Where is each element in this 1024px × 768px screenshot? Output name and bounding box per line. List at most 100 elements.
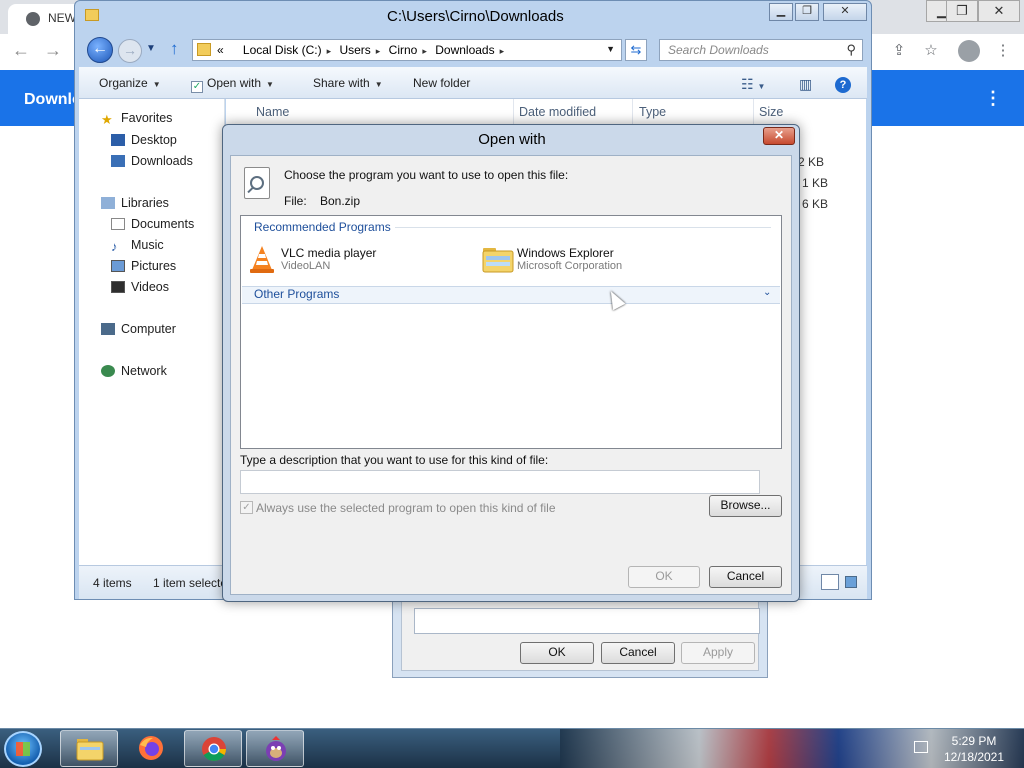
search-input[interactable]: Search Downloads ⚲ — [659, 39, 863, 61]
share-icon[interactable]: ⇪ — [888, 40, 910, 62]
program-list[interactable]: Recommended Programs VLC media player Vi… — [240, 215, 782, 449]
breadcrumb: « Local Disk (C:) ▸ Users ▸ Cirno ▸ Downloa… — [217, 43, 505, 57]
column-header-size[interactable]: Size — [759, 105, 783, 119]
description-label: Type a description that you want to use … — [240, 453, 549, 467]
apply-button[interactable]: Apply — [681, 642, 755, 664]
checkbox-icon: ✓ — [191, 81, 203, 93]
file-size: 1 KB — [802, 176, 829, 190]
open-with-button[interactable]: ✓ Open with ▼ — [191, 76, 274, 93]
preview-pane-icon[interactable]: ▥ — [799, 76, 812, 93]
window-title: C:\Users\Cirno\Downloads — [387, 8, 564, 25]
restore-button[interactable]: ❐ — [946, 0, 978, 22]
nav-label: Computer — [121, 322, 176, 336]
help-icon[interactable]: ? — [835, 77, 851, 93]
star-icon[interactable]: ☆ — [920, 40, 942, 62]
breadcrumb-local-disk[interactable]: Local Disk (C:) — [243, 43, 322, 57]
nav-item-documents[interactable]: Documents — [111, 217, 194, 231]
taskbar-chrome-button[interactable] — [184, 730, 242, 767]
ok-button[interactable]: OK — [520, 642, 594, 664]
taskbar-firefox-button[interactable] — [122, 730, 180, 767]
menu-kebab-icon[interactable]: ⋮ — [992, 40, 1014, 62]
nav-label: Videos — [131, 280, 169, 294]
nav-item-computer[interactable]: Computer — [101, 322, 176, 336]
search-icon: ⚲ — [846, 42, 856, 57]
libraries-icon — [101, 197, 115, 209]
description-field[interactable] — [240, 470, 760, 494]
column-header-name[interactable]: Name — [256, 105, 289, 119]
nav-item-desktop[interactable]: Desktop — [111, 133, 177, 147]
file-properties-dialog: OK Cancel Apply — [392, 596, 768, 678]
nav-item-libraries[interactable]: Libraries — [101, 196, 169, 210]
forward-button[interactable]: → — [118, 39, 142, 63]
chevron-down-icon[interactable]: ⌄ — [763, 287, 771, 298]
computer-icon — [101, 323, 115, 335]
header-kebab-icon[interactable]: ⋮ — [984, 88, 1002, 109]
cancel-button[interactable]: Cancel — [601, 642, 675, 664]
star-icon: ★ — [101, 112, 113, 127]
music-icon: ♪ — [111, 239, 118, 254]
properties-panel: OK Cancel Apply — [401, 597, 760, 671]
large-icons-view-icon[interactable] — [845, 576, 857, 588]
nav-item-network[interactable]: Network — [101, 364, 167, 378]
column-divider[interactable] — [753, 99, 754, 127]
address-bar[interactable]: « Local Disk (C:) ▸ Users ▸ Cirno ▸ Downloa… — [192, 39, 622, 61]
minimize-button[interactable]: ▁ — [769, 3, 793, 21]
breadcrumb-downloads[interactable]: Downloads — [435, 43, 494, 57]
column-header-date-modified[interactable]: Date modified — [519, 105, 596, 119]
view-options-icon[interactable]: ☷ ▼ — [741, 76, 765, 93]
browse-button[interactable]: Browse... — [709, 495, 782, 517]
always-use-checkbox[interactable]: ✓ — [240, 501, 253, 514]
taskbar-bonzi-button[interactable] — [246, 730, 304, 767]
close-button[interactable]: ✕ — [978, 0, 1020, 22]
back-button[interactable]: ← — [87, 37, 113, 63]
nav-item-pictures[interactable]: Pictures — [111, 259, 176, 273]
taskbar-explorer-button[interactable] — [60, 730, 118, 767]
recommended-programs-header: Recommended Programs — [254, 220, 391, 234]
file-label: File: — [284, 194, 307, 208]
dialog-title: Open with — [478, 131, 546, 148]
documents-icon — [111, 218, 125, 230]
other-programs-header[interactable]: Other Programs — [254, 287, 339, 301]
organize-button[interactable]: Organize ▼ — [99, 76, 161, 90]
close-button[interactable]: ✕ — [763, 127, 795, 145]
breadcrumb-users[interactable]: Users — [339, 43, 370, 57]
group-divider — [395, 227, 771, 228]
recent-pages-dropdown-icon[interactable]: ▼ — [146, 43, 156, 54]
selection-count: 1 item selecte — [153, 576, 228, 590]
tab-favicon-icon — [26, 12, 40, 26]
start-button[interactable] — [4, 731, 42, 767]
column-divider[interactable] — [632, 99, 633, 127]
cancel-button[interactable]: Cancel — [709, 566, 782, 588]
program-publisher: Microsoft Corporation — [517, 260, 623, 272]
column-divider[interactable] — [513, 99, 514, 127]
forward-arrow-icon[interactable]: → — [44, 40, 62, 61]
back-arrow-icon[interactable]: ← — [12, 40, 30, 61]
up-arrow-icon[interactable]: ↑ — [170, 39, 179, 59]
breadcrumb-cirno[interactable]: Cirno — [389, 43, 418, 57]
dialog-body: Choose the program you want to use to op… — [230, 155, 792, 595]
new-folder-button[interactable]: New folder — [413, 76, 470, 90]
refresh-button[interactable]: ⇆ — [625, 39, 647, 61]
file-size: 6 KB — [802, 197, 829, 211]
nav-item-downloads[interactable]: Downloads — [111, 154, 193, 168]
nav-item-favorites[interactable]: ★ Favorites — [101, 111, 172, 127]
new-folder-label: New folder — [413, 76, 471, 90]
maximize-button[interactable]: ❐ — [795, 3, 819, 21]
profile-avatar[interactable] — [958, 40, 980, 62]
breadcrumb-overflow[interactable]: « — [217, 43, 224, 57]
nav-label: Music — [131, 238, 164, 252]
ok-button[interactable]: OK — [628, 566, 700, 588]
network-tray-icon[interactable] — [914, 741, 928, 753]
share-with-button[interactable]: Share with ▼ — [313, 76, 383, 90]
nav-item-music[interactable]: ♪ Music — [111, 238, 164, 254]
details-view-icon[interactable] — [821, 574, 839, 590]
nav-item-videos[interactable]: Videos — [111, 280, 169, 294]
address-dropdown-icon[interactable]: ▼ — [606, 44, 615, 54]
close-button[interactable]: ✕ — [823, 3, 867, 21]
nav-label: Network — [121, 364, 167, 378]
column-header-type[interactable]: Type — [639, 105, 666, 119]
organize-label: Organize — [99, 76, 148, 90]
instruction-text: Choose the program you want to use to op… — [284, 168, 569, 182]
desktop-icon — [111, 134, 125, 146]
system-clock[interactable]: 5:29 PM 12/18/2021 — [934, 733, 1014, 765]
